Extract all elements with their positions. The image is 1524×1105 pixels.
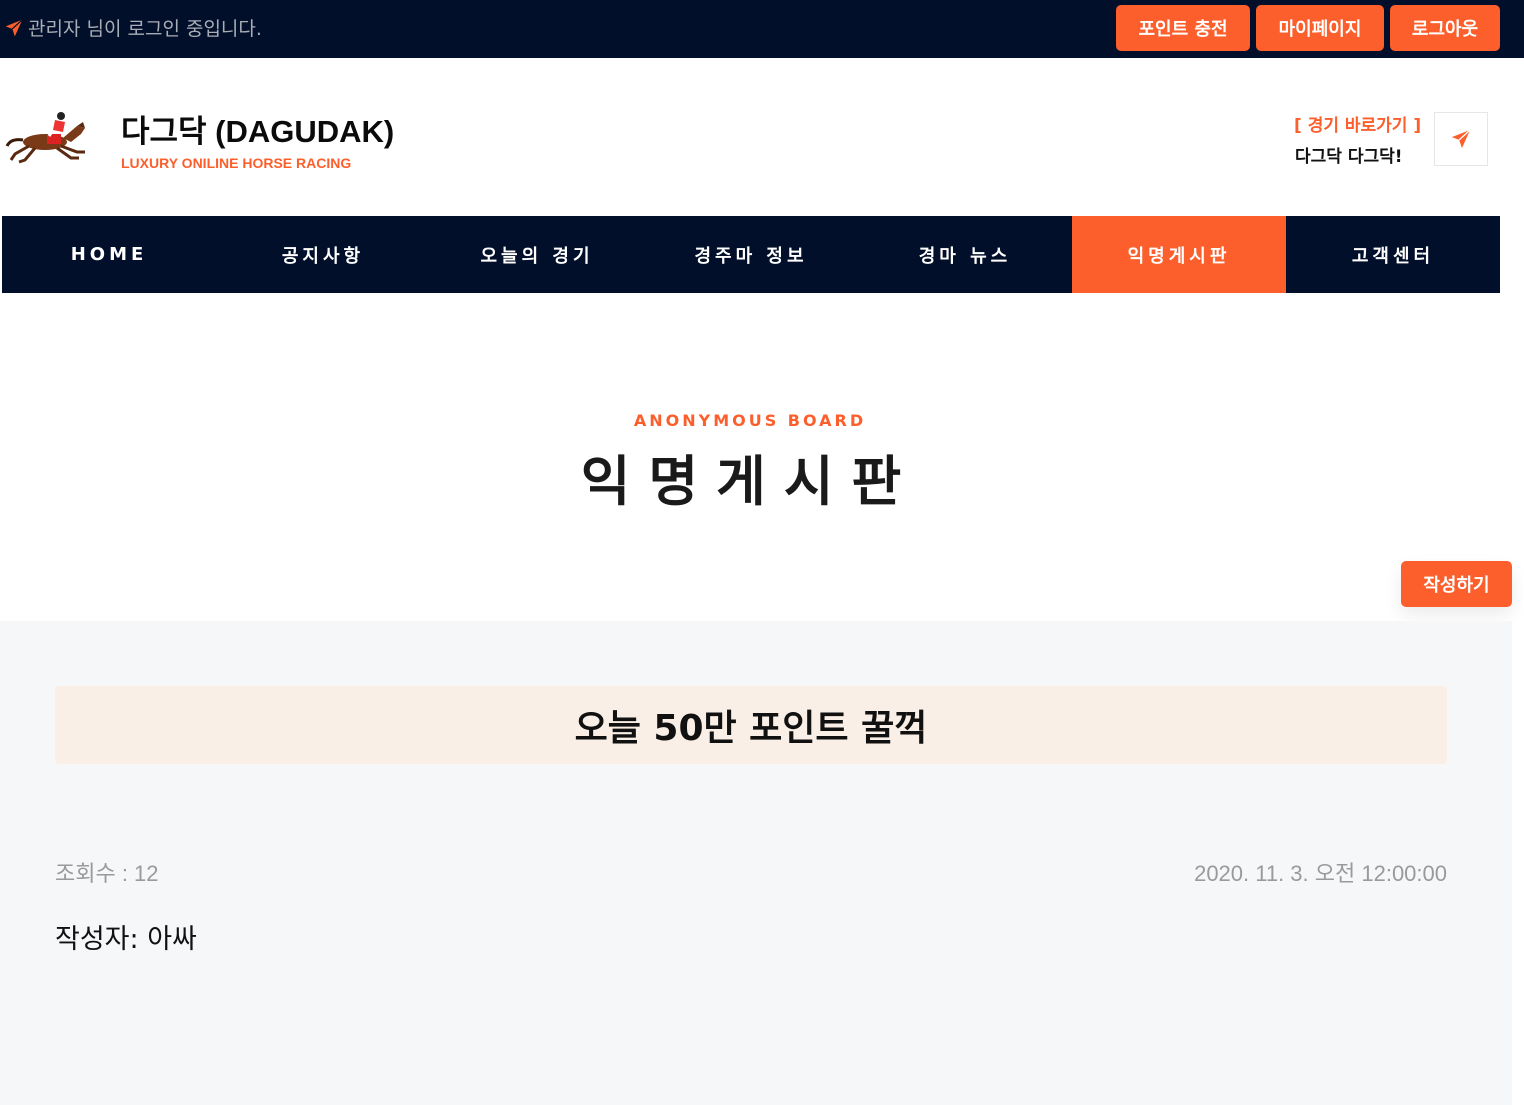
logout-button[interactable]: 로그아웃 [1390,5,1500,51]
nav-item-today-race[interactable]: 오늘의 경기 [430,216,644,293]
quick-link-button[interactable] [1434,112,1488,166]
nav-item-racing-news[interactable]: 경마 뉴스 [858,216,1072,293]
site-subtitle: LUXURY ONILINE HORSE RACING [121,155,352,171]
post-date: 2020. 11. 3. 오전 12:00:00 [1194,861,1447,886]
page-title: 익명게시판 [580,450,920,513]
write-post-button[interactable]: 작성하기 [1401,561,1512,607]
point-charge-button[interactable]: 포인트 충전 [1116,5,1250,51]
site-title[interactable]: 다그닥 (DAGUDAK) [121,106,394,151]
top-bar: 관리자 님이 로그인 중입니다. 포인트 충전 마이페이지 로그아웃 [0,0,1524,58]
login-status: 관리자 님이 로그인 중입니다. [4,14,262,41]
quick-link-text: 다그닥 다그닥! [1295,147,1403,167]
nav-item-notice[interactable]: 공지사항 [216,216,430,293]
nav-item-customer-center[interactable]: 고객센터 [1286,216,1500,293]
main-nav: HOME 공지사항 오늘의 경기 경주마 정보 경마 뉴스 익명게시판 고객센터 [2,216,1500,293]
quick-link-label[interactable]: [ 경기 바로가기 ] [1294,111,1421,136]
nav-item-anonymous-board[interactable]: 익명게시판 [1072,216,1286,293]
nav-item-home[interactable]: HOME [2,216,216,293]
paper-plane-icon [1451,129,1471,149]
paper-plane-icon [5,18,23,36]
post-author: 작성자: 아싸 [55,924,197,955]
post-view-count: 조회수 : 12 [55,861,159,886]
post-title-box: 오늘 50만 포인트 꿀꺽 [55,686,1447,764]
board-eyebrow: ANONYMOUS BOARD [633,411,867,430]
nav-item-horse-info[interactable]: 경주마 정보 [644,216,858,293]
horse-racing-logo-icon[interactable] [5,108,97,168]
login-message: 관리자 님이 로그인 중입니다. [28,18,262,40]
mypage-button[interactable]: 마이페이지 [1256,5,1384,51]
post-title: 오늘 50만 포인트 꿀꺽 [574,708,928,749]
